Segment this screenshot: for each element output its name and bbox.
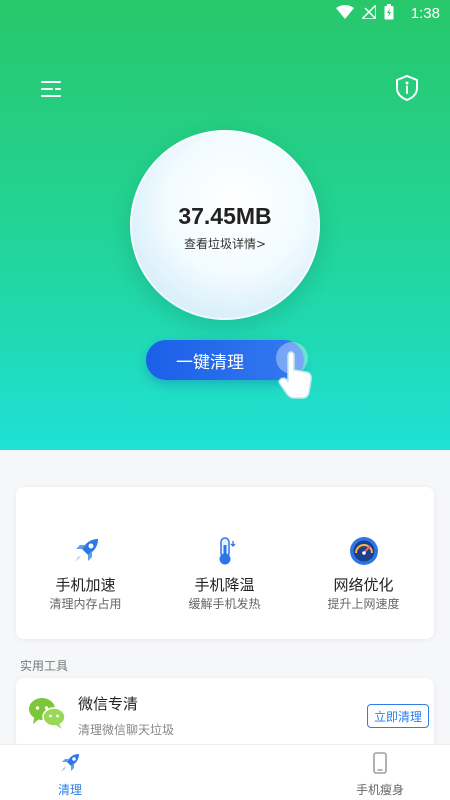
tool-name: 手机降温 [194,576,255,594]
clean-now-button[interactable]: 立即清理 [367,704,429,728]
bottom-nav: 清理 手机瘦身 [0,744,450,800]
nav-label: 手机瘦身 [355,783,404,797]
wechat-clean-desc: 清理微信聊天垃圾 [78,723,175,737]
tool-desc: 清理内存占用 [49,597,122,611]
nav-item-slim[interactable]: 手机瘦身 [320,745,440,800]
tool-network-optimize[interactable]: 网络优化 提升上网速度 [294,487,433,639]
thermometer-icon [219,537,236,565]
quick-tools-card: 手机加速 清理内存占用 手机降温 缓解手机发热 网络优化 提升上网速度 [16,487,434,639]
wechat-icon [29,698,66,729]
speedometer-icon [350,537,378,565]
menu-icon [41,81,61,97]
status-bar: 1:38 [0,0,450,26]
tool-name: 网络优化 [333,576,394,594]
rocket-icon [75,539,98,562]
rocket-icon [61,754,79,772]
junk-details-link[interactable]: 查看垃圾详情> [130,235,320,252]
phone-icon [373,752,387,774]
wifi-icon [336,5,354,19]
tool-phone-cool[interactable]: 手机降温 缓解手机发热 [155,487,294,639]
wechat-clean-card[interactable]: 微信专清 清理微信聊天垃圾 立即清理 [16,678,434,748]
nav-item-clean[interactable]: 清理 [10,745,130,800]
shield-info-icon [396,74,418,102]
tool-desc: 提升上网速度 [327,597,400,611]
tool-desc: 缓解手机发热 [188,597,261,611]
utilities-section-label: 实用工具 [20,659,69,673]
signal-icon [362,5,376,19]
wechat-clean-title: 微信专清 [78,695,139,713]
battery-icon [384,4,394,20]
menu-button[interactable] [38,78,64,100]
junk-size-value: 37.45MB [178,203,272,229]
status-time: 1:38 [410,5,440,22]
nav-label: 清理 [57,783,82,797]
tool-name: 手机加速 [55,576,116,594]
tool-phone-boost[interactable]: 手机加速 清理内存占用 [16,487,155,639]
hand-pointer-icon [276,342,312,399]
security-button[interactable] [394,74,420,102]
clean-button-label: 一键清理 [176,352,244,373]
